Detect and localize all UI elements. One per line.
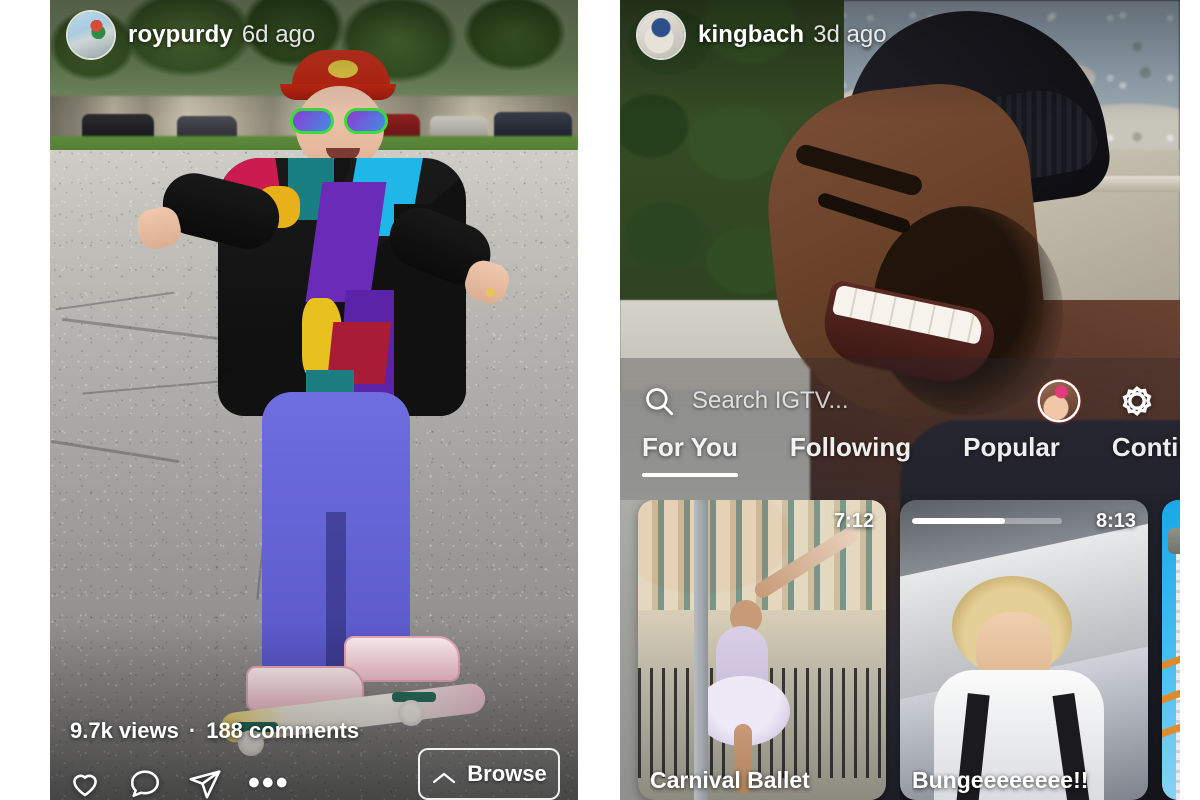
- card-duration: 8:13: [1095, 510, 1136, 532]
- search-bar[interactable]: Search IGTV...: [642, 375, 1158, 427]
- igtv-tab-bar[interactable]: For You Following Popular Continue W: [642, 432, 1180, 494]
- profile-avatar-icon[interactable]: [1040, 382, 1078, 420]
- like-icon[interactable]: [68, 766, 102, 800]
- card-title[interactable]: Bungeeeeeeee!!: [912, 767, 1140, 794]
- tab-popular[interactable]: Popular: [963, 432, 1060, 481]
- action-bar[interactable]: •••: [68, 766, 290, 800]
- carousel-pole: [694, 500, 708, 800]
- tab-following[interactable]: Following: [790, 432, 911, 481]
- browse-button-label: Browse: [467, 761, 547, 786]
- stats-separator: ·: [188, 718, 197, 743]
- tab-continue-watching[interactable]: Continue W: [1112, 432, 1180, 481]
- card-title[interactable]: Carnival Ballet: [650, 767, 878, 794]
- igtv-story-viewer-panel[interactable]: roypurdy 6d ago 9.7k views · 188 comment…: [50, 0, 578, 800]
- post-timestamp: 3d ago: [813, 21, 887, 48]
- card-thumbnail: [1162, 500, 1180, 800]
- chevron-up-icon: [431, 766, 457, 784]
- author-handle[interactable]: roypurdy: [128, 21, 233, 49]
- sunglass-lens-left: [290, 108, 334, 134]
- gear-icon[interactable]: [1116, 380, 1158, 422]
- skater-ring: [486, 288, 495, 297]
- handle-line: kingbach 3d ago: [698, 21, 887, 49]
- share-icon[interactable]: [188, 766, 222, 800]
- screenshot-root: roypurdy 6d ago 9.7k views · 188 comment…: [0, 0, 1200, 800]
- story-author-header[interactable]: roypurdy 6d ago: [68, 12, 315, 58]
- search-icon[interactable]: [642, 384, 676, 418]
- igtv-browse-panel[interactable]: kingbach 3d ago Search IGTV... For You F…: [620, 0, 1180, 800]
- video-card-carousel[interactable]: 7:12 Carnival Ballet 8:13 Bungeeeeeeee!!: [620, 500, 1180, 800]
- card-thumbnail: [900, 500, 1148, 800]
- neon-sunglasses: [290, 108, 392, 134]
- cap-logo: [328, 60, 358, 78]
- avatar[interactable]: [638, 12, 684, 58]
- sneaker-back: [344, 636, 460, 682]
- story-video-frame[interactable]: [50, 0, 578, 800]
- sunglass-lens-right: [344, 108, 388, 134]
- search-input[interactable]: Search IGTV...: [692, 387, 1024, 415]
- tab-for-you[interactable]: For You: [642, 432, 738, 481]
- more-options-icon[interactable]: •••: [248, 766, 290, 800]
- video-card[interactable]: 7:12 Carnival Ballet: [638, 500, 886, 800]
- view-count: 9.7k views: [70, 718, 179, 743]
- video-stats: 9.7k views · 188 comments: [70, 718, 359, 744]
- video-card[interactable]: 8:13 Bungeeeeeeee!!: [900, 500, 1148, 800]
- comment-icon[interactable]: [128, 766, 162, 800]
- card-progress-bar[interactable]: [912, 518, 1062, 524]
- card-thumbnail: [638, 500, 886, 800]
- comment-count: 188 comments: [206, 718, 360, 743]
- video-card[interactable]: [1162, 500, 1180, 800]
- skateboarder-subject: [133, 40, 514, 756]
- tower-cap: [1168, 528, 1180, 554]
- avatar[interactable]: [68, 12, 114, 58]
- browse-button[interactable]: Browse: [418, 748, 560, 800]
- skateboard-wheel: [398, 700, 424, 726]
- post-timestamp: 6d ago: [241, 21, 316, 48]
- handle-line: roypurdy 6d ago: [128, 21, 315, 49]
- author-handle[interactable]: kingbach: [698, 21, 804, 49]
- browse-author-header[interactable]: kingbach 3d ago: [638, 12, 887, 58]
- amusement-tower: [1176, 544, 1180, 800]
- card-duration: 7:12: [833, 510, 874, 532]
